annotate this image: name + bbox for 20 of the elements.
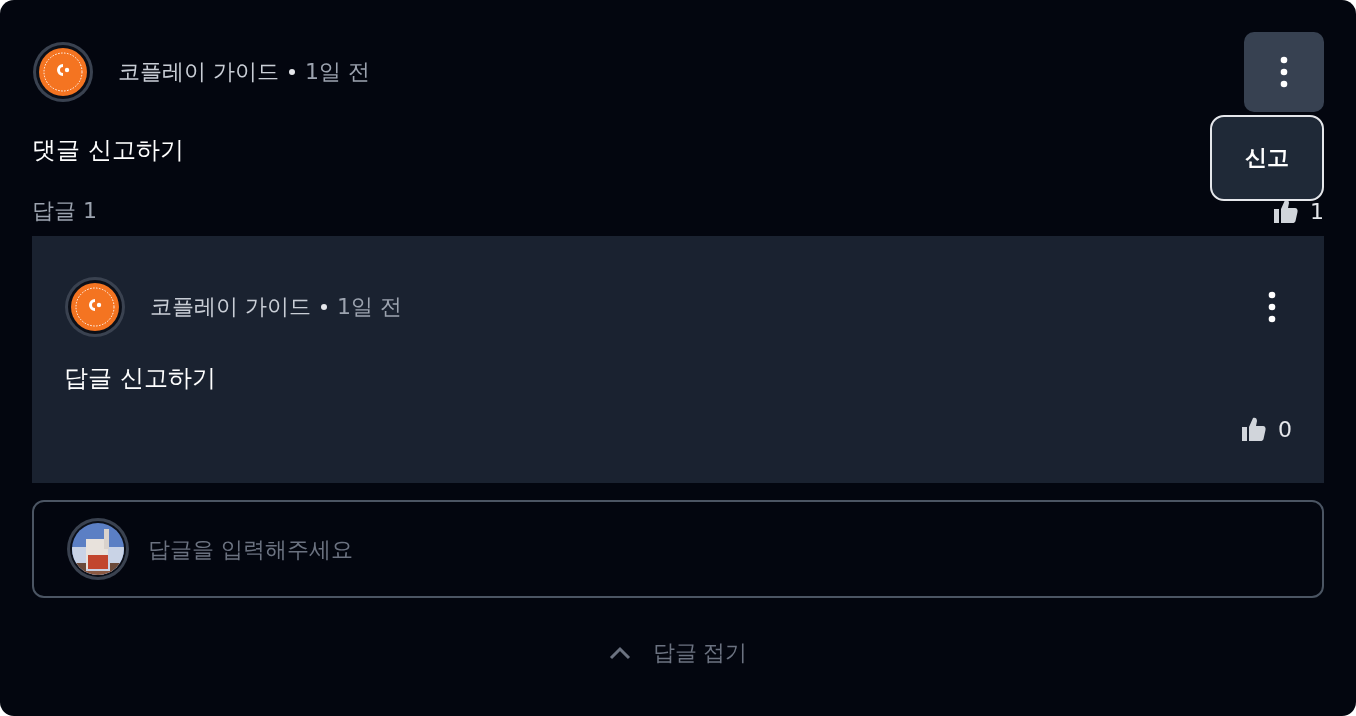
collapse-replies-button[interactable]: 답글 접기	[604, 634, 752, 672]
reply-count: 답글 1	[32, 197, 97, 225]
comment-text: 댓글 신고하기	[32, 135, 184, 166]
more-icon	[1280, 56, 1288, 88]
author-name: 코플레이 가이드	[118, 58, 279, 86]
menu-item[interactable]: 신고	[1241, 139, 1293, 177]
more-icon	[1268, 291, 1276, 323]
reply-text: 답글 신고하기	[64, 363, 217, 394]
author-name: 코플레이 가이드	[150, 293, 311, 321]
separator-dot	[289, 69, 295, 75]
chevron-up-icon	[608, 646, 631, 660]
avatar-icon	[64, 276, 126, 338]
reply-input-field[interactable]: 답글을 입력해주세요	[146, 535, 1290, 563]
like-count: 0	[1278, 416, 1292, 442]
like-count: 1	[1310, 198, 1324, 224]
thumbs-up-icon[interactable]	[1240, 415, 1268, 443]
avatar-icon	[32, 41, 94, 103]
timestamp: 1일 전	[305, 58, 370, 86]
timestamp: 1일 전	[337, 293, 402, 321]
separator-dot	[321, 304, 327, 310]
